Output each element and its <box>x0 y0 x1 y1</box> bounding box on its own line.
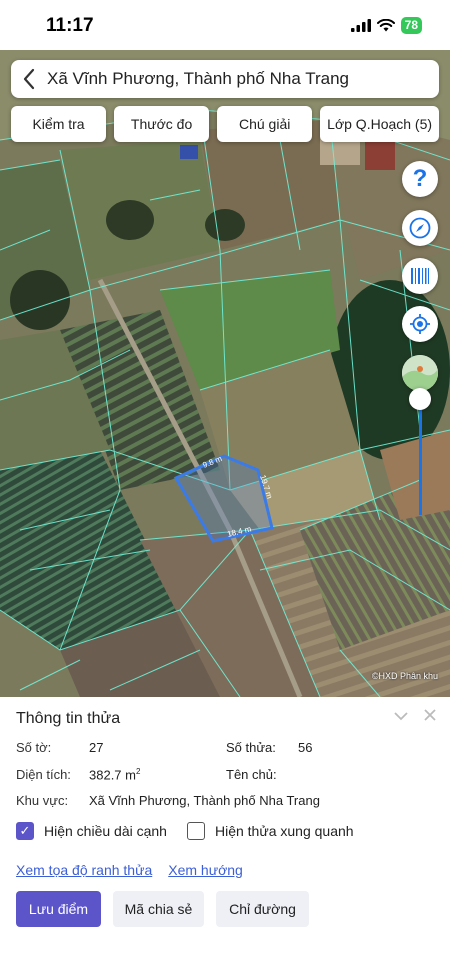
row-area: Diện tích: <box>16 767 71 782</box>
help-icon[interactable]: ? <box>402 161 438 197</box>
wifi-icon <box>376 19 395 32</box>
close-icon[interactable] <box>424 705 436 726</box>
area-value: 382.7 m2 <box>89 767 141 783</box>
parcel-number-value: 56 <box>298 740 313 755</box>
row-sheet-number: Số tờ: <box>16 740 51 755</box>
map-credit: ©HXD Phân khu <box>371 671 438 681</box>
parcel-info-panel: Thông tin thửa Số tờ: 27 Số thửa: 56 Diệ… <box>0 697 450 973</box>
region-label: Khu vực: <box>16 793 69 808</box>
show-edge-lengths-checkbox[interactable]: ✓ <box>16 822 34 840</box>
area-label: Diện tích: <box>16 767 71 782</box>
action-buttons: Lưu điểm Mã chia sẻ Chỉ đường <box>16 891 309 927</box>
parcel-number-label: Số thửa: <box>226 740 276 755</box>
show-neighbors-checkbox[interactable] <box>186 822 205 840</box>
checkbox-row: ✓ Hiện chiều dài cạnh Hiện thửa xung qua… <box>16 822 354 840</box>
status-time: 11:17 <box>46 15 94 36</box>
satellite-map[interactable]: 9.8 m 19.7 m 18.4 m <box>0 50 450 697</box>
collapse-chevron-icon[interactable] <box>394 705 408 726</box>
battery-indicator: 78 <box>400 17 422 34</box>
sheet-number-value: 27 <box>89 740 104 755</box>
panel-title: Thông tin thửa <box>16 710 121 727</box>
area-unit-sup: 2 <box>135 767 141 776</box>
zoom-slider-track[interactable] <box>419 397 422 515</box>
locate-icon[interactable] <box>402 306 438 342</box>
search-bar[interactable]: Xã Vĩnh Phương, Thành phố Nha Trang <box>11 60 439 98</box>
map-toolbar: Kiểm tra Thước đo Chú giải Lớp Q.Hoạch (… <box>11 106 440 142</box>
link-row: Xem tọa độ ranh thửa Xem hướng <box>16 862 243 878</box>
owner-label: Tên chủ: <box>226 767 277 782</box>
show-neighbors-label[interactable]: Hiện thửa xung quanh <box>215 823 354 839</box>
show-edge-lengths-label[interactable]: Hiện chiều dài cạnh <box>44 823 167 839</box>
view-direction-link[interactable]: Xem hướng <box>168 862 243 878</box>
status-bar: 11:17 78 <box>0 0 450 50</box>
measure-button[interactable]: Thước đo <box>114 106 210 142</box>
back-arrow-icon[interactable] <box>11 60 47 98</box>
zoom-slider-handle[interactable] <box>409 388 431 410</box>
status-icons: 78 <box>350 17 422 34</box>
panel-actions <box>394 705 436 726</box>
compass-icon[interactable] <box>402 210 438 246</box>
legend-button[interactable]: Chú giải <box>217 106 313 142</box>
check-button[interactable]: Kiểm tra <box>11 106 107 142</box>
signal-icon <box>350 19 371 32</box>
barcode-icon[interactable] <box>402 258 438 294</box>
layer-thumbnail-icon[interactable] <box>402 355 438 391</box>
sheet-number-label: Số tờ: <box>16 740 52 755</box>
row-region: Khu vực: <box>16 793 68 808</box>
map-view[interactable]: 9.8 m 19.7 m 18.4 m <box>0 50 450 697</box>
planning-layer-button[interactable]: Lớp Q.Hoạch (5) <box>320 106 440 142</box>
directions-button[interactable]: Chỉ đường <box>216 891 309 927</box>
share-code-button[interactable]: Mã chia sẻ <box>113 891 204 927</box>
location-title: Xã Vĩnh Phương, Thành phố Nha Trang <box>47 69 349 88</box>
view-coordinates-link[interactable]: Xem tọa độ ranh thửa <box>16 862 152 878</box>
region-value: Xã Vĩnh Phương, Thành phố Nha Trang <box>89 793 320 808</box>
save-point-button[interactable]: Lưu điểm <box>16 891 101 927</box>
